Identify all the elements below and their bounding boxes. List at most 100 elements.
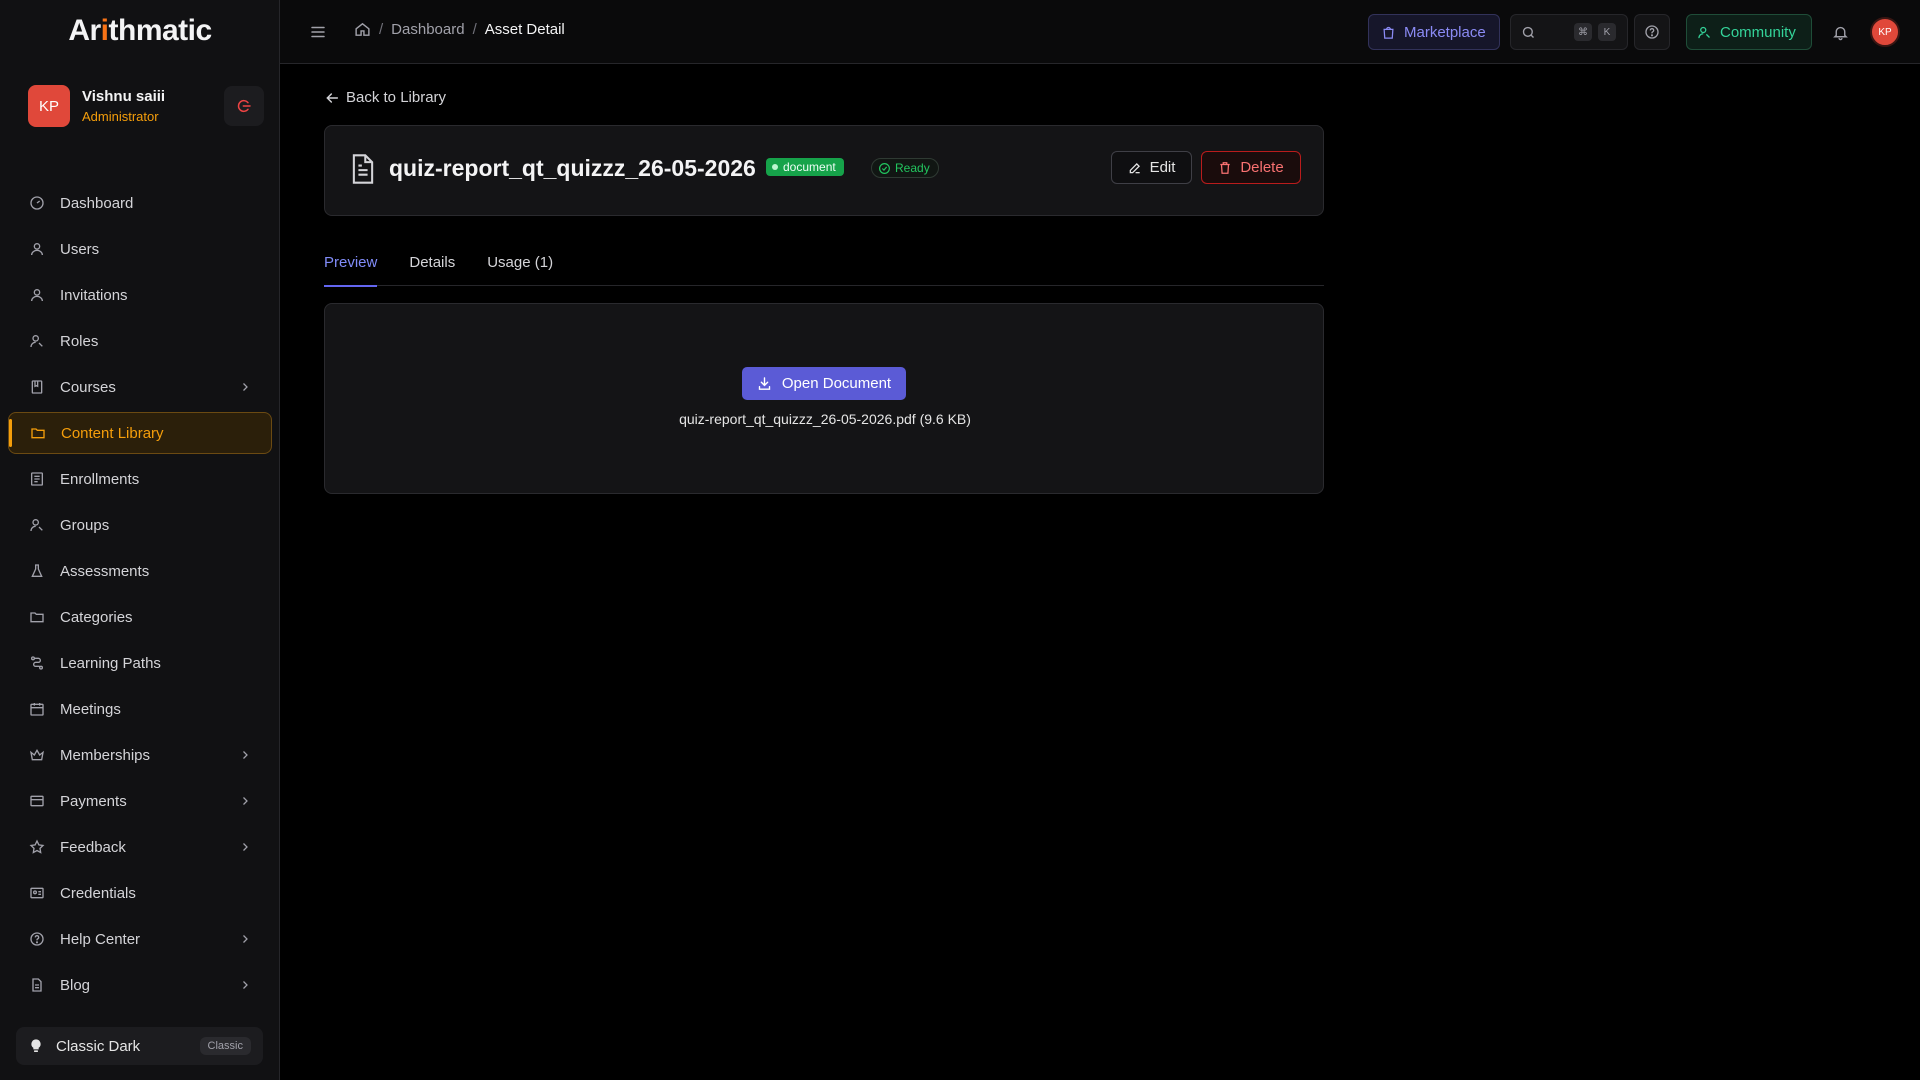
hamburger-icon <box>311 26 325 38</box>
user-profile: KP Vishnu saiii Administrator <box>28 84 264 128</box>
sidebar-item-groups[interactable]: Groups <box>8 504 272 546</box>
sidebar-item-credentials[interactable]: Credentials <box>8 872 272 914</box>
asset-title: quiz-report_qt_quizzz_26-05-2026 <box>389 155 756 181</box>
breadcrumb-current: Asset Detail <box>484 21 565 38</box>
shortcut-key-cmd: ⌘ <box>1574 23 1592 41</box>
sidebar-item-label: Enrollments <box>60 470 140 488</box>
crown-icon <box>28 746 46 764</box>
delete-button[interactable]: Delete <box>1201 151 1301 184</box>
breadcrumb: / Dashboard / Asset Detail <box>354 21 565 38</box>
logout-button[interactable] <box>224 86 264 126</box>
marketplace-button[interactable]: Marketplace <box>1368 14 1500 50</box>
sidebar-item-enrollments[interactable]: Enrollments <box>8 458 272 500</box>
help-circle-icon <box>28 930 46 948</box>
sidebar-item-learning-paths[interactable]: Learning Paths <box>8 642 272 684</box>
back-to-library-link[interactable]: Back to Library <box>324 89 446 106</box>
arrow-left-icon <box>324 90 340 106</box>
sidebar-item-label: Meetings <box>60 700 121 718</box>
calendar-icon <box>28 700 46 718</box>
tab-preview[interactable]: Preview <box>324 246 378 287</box>
sidebar-item-dashboard[interactable]: Dashboard <box>8 182 272 224</box>
sidebar-item-users[interactable]: Users <box>8 228 272 270</box>
logout-icon <box>237 100 251 112</box>
sidebar-item-blog[interactable]: Blog <box>8 964 272 1006</box>
tab-details[interactable]: Details <box>409 246 455 286</box>
community-label: Community <box>1720 23 1796 41</box>
sidebar-item-categories[interactable]: Categories <box>8 596 272 638</box>
chevron-right-icon <box>238 932 252 946</box>
sidebar-item-label: Payments <box>60 792 127 810</box>
topbar: / Dashboard / Asset Detail Marketplace ⌘… <box>280 0 1920 64</box>
preview-panel: Open Document quiz-report_qt_quizzz_26-0… <box>324 303 1324 494</box>
route-icon <box>28 654 46 672</box>
sidebar-item-payments[interactable]: Payments <box>8 780 272 822</box>
help-circle-icon <box>1645 25 1659 39</box>
breadcrumb-dashboard[interactable]: Dashboard <box>391 21 464 38</box>
sidebar-item-label: Dashboard <box>60 194 134 212</box>
sidebar-item-content-library[interactable]: Content Library <box>8 412 272 454</box>
notifications-button[interactable] <box>1822 14 1858 50</box>
app-logo[interactable]: Arithmatic <box>0 14 280 48</box>
user-role: Administrator <box>82 109 159 124</box>
sidebar-item-label: Users <box>60 240 100 258</box>
chevron-right-icon <box>238 794 252 808</box>
status-badge: Ready <box>871 158 939 178</box>
breadcrumb-separator: / <box>379 21 384 38</box>
sidebar-item-roles[interactable]: Roles <box>8 320 272 362</box>
list-icon <box>28 470 46 488</box>
download-icon <box>757 376 772 391</box>
chevron-right-icon <box>238 748 252 762</box>
sidebar-item-meetings[interactable]: Meetings <box>8 688 272 730</box>
sidebar-item-label: Help Center <box>60 930 141 948</box>
sidebar-item-label: Groups <box>60 516 110 534</box>
lightbulb-icon <box>28 1038 44 1054</box>
community-button[interactable]: Community <box>1686 14 1812 50</box>
user-icon <box>28 286 46 304</box>
community-icon <box>1697 25 1712 40</box>
sidebar-item-label: Categories <box>60 608 133 626</box>
edit-label: Edit <box>1149 159 1176 176</box>
sidebar-item-memberships[interactable]: Memberships <box>8 734 272 776</box>
folder-icon <box>29 424 47 442</box>
chevron-right-icon <box>238 380 252 394</box>
help-button[interactable] <box>1634 14 1670 50</box>
marketplace-label: Marketplace <box>1404 23 1486 41</box>
sidebar-item-label: Roles <box>60 332 99 350</box>
sidebar-item-help-center[interactable]: Help Center <box>8 918 272 960</box>
avatar[interactable]: KP <box>28 85 70 127</box>
tab-usage[interactable]: Usage (1) <box>487 246 553 286</box>
theme-switcher[interactable]: Classic Dark Classic <box>16 1027 263 1065</box>
sidebar-item-label: Courses <box>60 378 116 396</box>
sidebar-item-courses[interactable]: Courses <box>8 366 272 408</box>
sidebar-item-label: Feedback <box>60 838 126 856</box>
chevron-right-icon <box>238 978 252 992</box>
sidebar-item-label: Learning Paths <box>60 654 161 672</box>
search-button[interactable]: ⌘ K <box>1510 14 1628 50</box>
home-icon[interactable] <box>354 21 371 38</box>
sidebar-item-assessments[interactable]: Assessments <box>8 550 272 592</box>
sidebar-item-label: Assessments <box>60 562 150 580</box>
check-circle-icon <box>878 162 891 175</box>
chevron-right-icon <box>238 840 252 854</box>
file-document-icon <box>349 153 377 185</box>
id-card-icon <box>28 884 46 902</box>
user-avatar-button[interactable]: KP <box>1870 17 1900 47</box>
sidebar-item-label: Memberships <box>60 746 151 764</box>
star-icon <box>28 838 46 856</box>
open-document-button[interactable]: Open Document <box>742 367 906 400</box>
user-name: Vishnu saiii <box>82 88 166 105</box>
user-icon <box>28 240 46 258</box>
sidebar: Arithmatic KP Vishnu saiii Administrator… <box>0 0 280 1080</box>
folder-icon <box>28 608 46 626</box>
menu-toggle-button[interactable] <box>306 20 330 44</box>
sidebar-item-feedback[interactable]: Feedback <box>8 826 272 868</box>
sidebar-item-invitations[interactable]: Invitations <box>8 274 272 316</box>
shopping-bag-icon <box>1381 25 1396 40</box>
file-info: quiz-report_qt_quizzz_26-05-2026.pdf (9.… <box>679 411 971 427</box>
edit-button[interactable]: Edit <box>1111 151 1192 184</box>
breadcrumb-separator: / <box>472 21 477 38</box>
document-icon <box>28 976 46 994</box>
flask-icon <box>28 562 46 580</box>
back-label: Back to Library <box>346 89 447 106</box>
asset-type-label: document <box>783 160 836 174</box>
